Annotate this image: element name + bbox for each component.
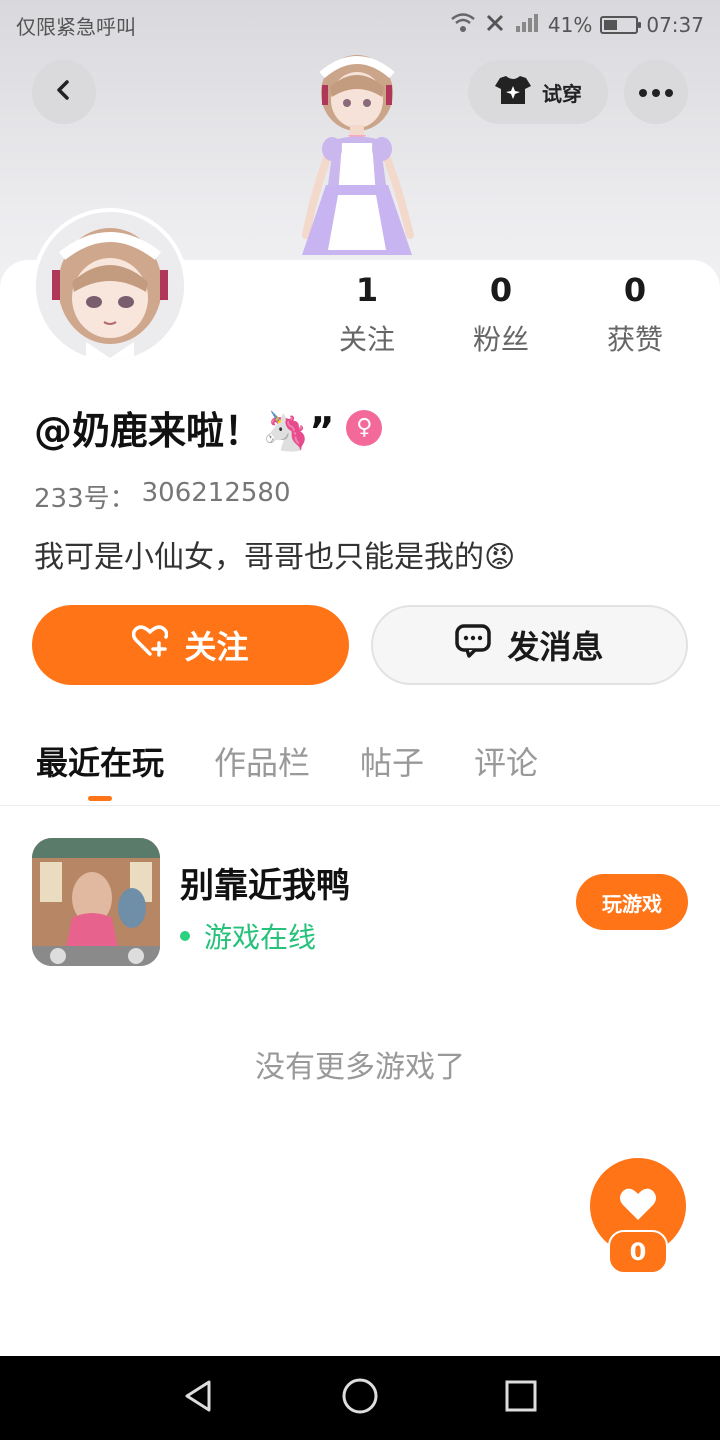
game-status-label: 游戏在线 [204, 921, 317, 954]
system-nav-bar [0, 1356, 720, 1440]
try-on-label: 试穿 [542, 81, 582, 106]
stat-label: 获赞 [606, 323, 663, 356]
tab-label: 帖子 [360, 744, 425, 782]
tab-comments[interactable]: 评论 [474, 735, 538, 795]
carrier-text: 仅限紧急呼叫 [16, 14, 136, 39]
play-game-button[interactable]: 玩游戏 [576, 874, 688, 930]
follow-label: 关注 [184, 628, 249, 666]
stat-value: 1 [355, 271, 379, 309]
stat-likes[interactable]: 0 获赞 [568, 268, 702, 358]
no-more-games-text: 没有更多游戏了 [255, 1050, 465, 1085]
character-figure [282, 45, 432, 265]
battery-icon [600, 16, 642, 34]
nav-home-icon[interactable] [340, 1376, 380, 1420]
signal-icon [514, 12, 540, 39]
game-title: 别靠近我鸭 [180, 866, 350, 906]
tabs-divider [0, 805, 720, 806]
username: @奶鹿来啦！🦄” [34, 409, 335, 453]
try-on-button[interactable]: 试穿 [468, 60, 608, 124]
profile-tabs: 最近在玩 作品栏 帖子 评论 [0, 735, 720, 805]
clock: 07:37 [646, 13, 704, 37]
status-bar: 仅限紧急呼叫 41% 07:37 [0, 0, 720, 50]
stat-followers[interactable]: 0 粉丝 [434, 268, 568, 358]
follow-button[interactable]: 关注 [32, 605, 349, 685]
username-row: @奶鹿来啦！🦄” ♀ [34, 400, 383, 455]
tab-label: 作品栏 [214, 744, 311, 782]
user-id-label: 233号： [34, 484, 136, 514]
battery-percent: 41% [547, 13, 593, 37]
tab-active-indicator [88, 796, 112, 801]
game-thumbnail[interactable] [32, 838, 160, 966]
nav-recents-icon[interactable] [503, 1378, 539, 1418]
avatar[interactable] [32, 208, 188, 364]
stat-value: 0 [623, 271, 647, 309]
online-dot-icon [180, 931, 190, 941]
like-count-badge: 0 [608, 1230, 668, 1274]
tab-label: 评论 [474, 744, 539, 782]
game-status: 游戏在线 [180, 916, 316, 956]
nav-back-icon[interactable] [181, 1378, 217, 1418]
tab-recently-played[interactable]: 最近在玩 [36, 735, 165, 801]
heart-plus-icon [132, 625, 169, 665]
user-id-value[interactable]: 306212580 [142, 478, 291, 515]
stat-value: 0 [489, 271, 513, 309]
back-button[interactable] [32, 60, 96, 124]
shirt-sparkle-icon [494, 74, 532, 111]
send-message-button[interactable]: 发消息 [371, 605, 688, 685]
female-icon: ♀ [346, 409, 383, 446]
user-id-row: 233号： 306212580 [34, 478, 291, 515]
chat-bubble-icon [455, 624, 492, 666]
profile-stats: 1 关注 0 粉丝 0 获赞 [300, 268, 720, 358]
wifi-icon [450, 12, 476, 39]
user-bio: 我可是小仙女，哥哥也只能是我的😡 [34, 540, 516, 575]
tab-label: 最近在玩 [36, 744, 165, 782]
game-list-item[interactable]: 别靠近我鸭 游戏在线 玩游戏 [32, 838, 688, 966]
stat-label: 粉丝 [472, 323, 529, 356]
send-message-label: 发消息 [507, 628, 604, 666]
chevron-left-icon [52, 78, 76, 106]
heart-icon [618, 1186, 658, 1226]
more-dots-icon [638, 83, 674, 102]
stat-label: 关注 [338, 323, 395, 356]
more-button[interactable] [624, 60, 688, 124]
no-call-icon [484, 12, 506, 39]
tab-posts[interactable]: 帖子 [360, 735, 424, 795]
tab-works[interactable]: 作品栏 [214, 735, 310, 795]
stat-following[interactable]: 1 关注 [300, 268, 434, 358]
